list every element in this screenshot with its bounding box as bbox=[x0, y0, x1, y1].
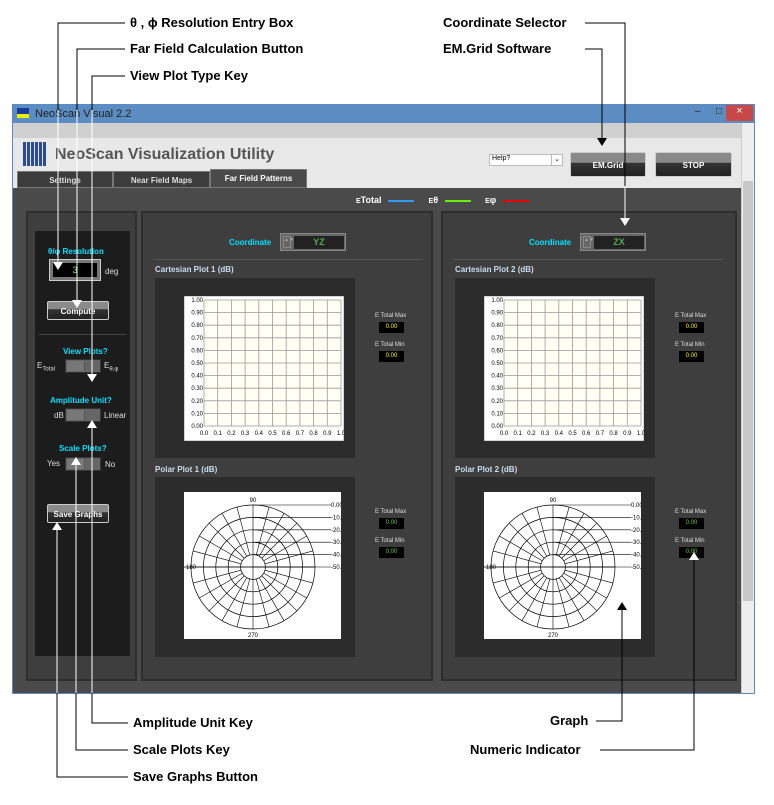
annotation-lines bbox=[52, 22, 699, 778]
